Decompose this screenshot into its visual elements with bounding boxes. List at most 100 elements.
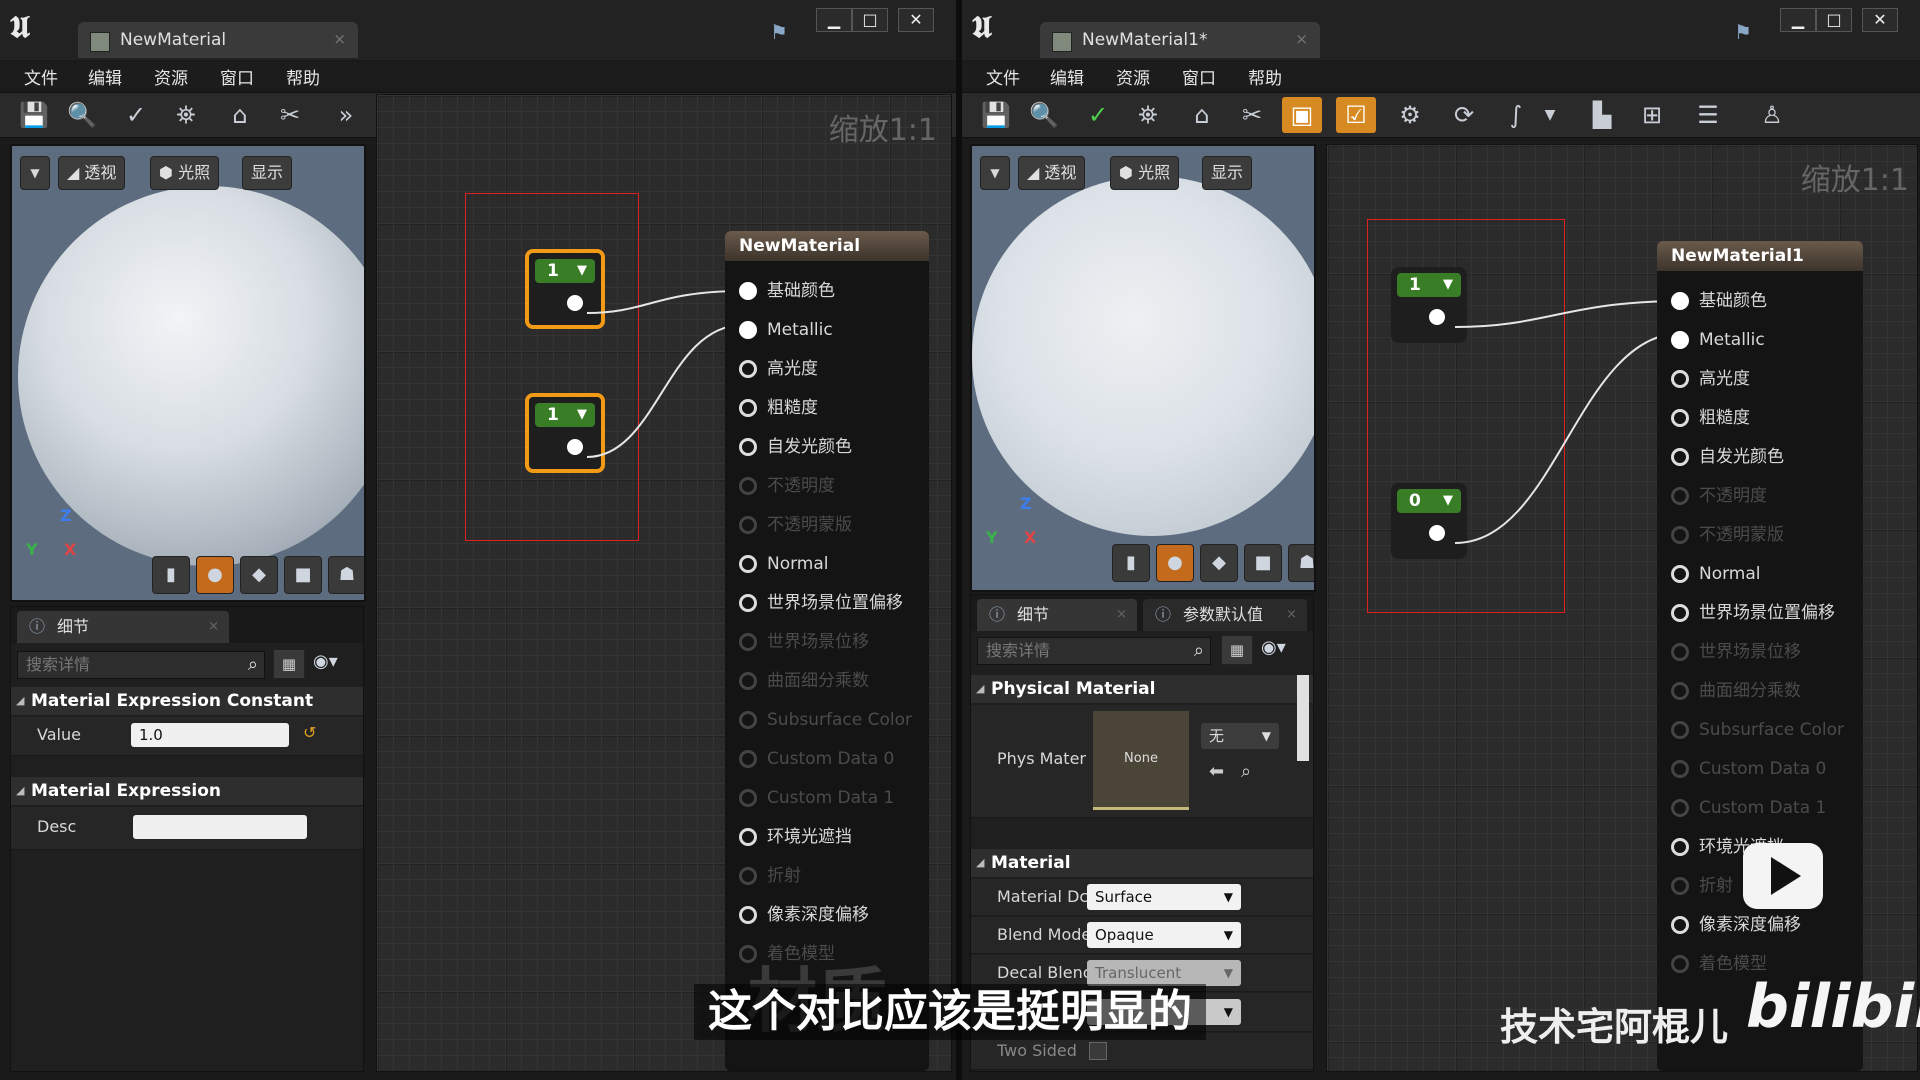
tab-close-icon[interactable]: × [1295, 30, 1308, 48]
scrollbar[interactable] [1297, 675, 1309, 761]
lit-button[interactable]: ⬢ 光照 [150, 156, 220, 190]
material-input-pin[interactable]: Metallic [1671, 328, 1765, 352]
editor-tab[interactable]: NewMaterial × [78, 22, 358, 58]
material-result-node[interactable]: NewMaterial1 基础颜色 Metallic 高光度 粗糙度 自发光颜色 不透明度… [1657, 241, 1863, 1071]
material-input-pin[interactable]: 自发光颜色 [739, 435, 852, 459]
use-selected-arrow-icon[interactable]: ⬅ [1209, 761, 1224, 782]
desc-field[interactable] [133, 815, 307, 839]
menu-file[interactable]: 文件 [986, 64, 1020, 89]
material-domain-dropdown[interactable]: Surface ▼ [1087, 884, 1241, 910]
cylinder-icon[interactable]: ▮ [1112, 544, 1150, 582]
material-graph[interactable]: 缩放1:1 1 ▼ 0 ▼ NewMaterial1 基础颜色 Metallic 高光度… [1326, 144, 1918, 1072]
viewport-options-dropdown[interactable]: ▼ [20, 156, 50, 190]
browse-icon[interactable]: 🔍 [1024, 97, 1064, 133]
hierarchy-icon[interactable]: ⊞ [1632, 97, 1672, 133]
sphere-icon[interactable]: ● [1156, 544, 1194, 582]
save-icon[interactable]: 💾 [14, 97, 54, 133]
menu-asset[interactable]: 资源 [1116, 64, 1150, 89]
mesh-icon[interactable]: ☗ [328, 556, 364, 594]
maximize-button[interactable]: □ [1816, 8, 1852, 32]
tab-parameter-defaults[interactable]: ⓘ 参数默认值 × [1143, 599, 1307, 631]
category-material[interactable]: ◢ Material [971, 849, 1313, 877]
menu-asset[interactable]: 资源 [154, 64, 188, 89]
preview-viewport[interactable]: ▼ ◢ 透视 ⬢ 光照 显示 Z X Y ▮ ● ◆ ■ ☗ [10, 144, 366, 602]
chevron-down-icon[interactable]: ▼ [1530, 97, 1570, 133]
browse-search-icon[interactable]: ⌕ [1241, 761, 1251, 782]
plane-icon[interactable]: ◆ [240, 556, 278, 594]
material-input-pin[interactable]: 粗糙度 [1671, 406, 1750, 430]
material-input-pin[interactable]: 世界场景位置偏移 [739, 591, 903, 615]
stats-icon[interactable]: ⟳ [1444, 97, 1484, 133]
viewport-options-dropdown[interactable]: ▼ [980, 156, 1010, 190]
cube-icon[interactable]: ■ [284, 556, 322, 594]
material-input-pin[interactable]: Metallic [739, 318, 833, 342]
category-material-expression-constant[interactable]: ◢ Material Expression Constant [11, 687, 363, 715]
play-badge-icon[interactable] [1743, 843, 1823, 909]
browse-icon[interactable]: 🔍 [62, 97, 102, 133]
material-input-pin[interactable]: 高光度 [1671, 367, 1750, 391]
material-input-pin[interactable]: 环境光遮挡 [739, 825, 852, 849]
search-graph-icon[interactable]: ⛯ [166, 97, 206, 133]
tab-close-icon[interactable]: × [1116, 599, 1127, 631]
decal-blend-dropdown[interactable]: Translucent ▼ [1087, 960, 1241, 986]
reset-to-default-icon[interactable]: ↺ [303, 723, 316, 742]
minimize-button[interactable]: ▁ [1780, 8, 1816, 32]
details-search-input[interactable]: 搜索详情 ⌕ [17, 651, 265, 679]
menu-window[interactable]: 窗口 [1182, 64, 1216, 89]
tab-close-icon[interactable]: × [208, 611, 219, 643]
menu-file[interactable]: 文件 [24, 64, 58, 89]
tab-close-icon[interactable]: × [333, 30, 346, 48]
material-input-pin[interactable]: 基础颜色 [739, 279, 835, 303]
clean-up-icon[interactable]: ✂ [270, 97, 310, 133]
show-button[interactable]: 显示 [242, 156, 293, 190]
view-options-grid-icon[interactable]: ▦ [1221, 635, 1253, 665]
home-icon[interactable]: ⌂ [220, 97, 260, 133]
material-input-pin[interactable]: Normal [1671, 562, 1761, 586]
more-chevron-icon[interactable]: » [326, 97, 366, 133]
search-graph-icon[interactable]: ⛯ [1128, 97, 1168, 133]
menu-help[interactable]: 帮助 [286, 64, 320, 89]
mesh-icon[interactable]: ☗ [1288, 544, 1314, 582]
platform-stats-icon[interactable]: ▙ [1582, 97, 1622, 133]
material-input-pin[interactable]: 高光度 [739, 357, 818, 381]
feedback-flag-icon[interactable]: ⚑ [1734, 20, 1752, 44]
lit-button[interactable]: ⬢ 光照 [1110, 156, 1180, 190]
tab-details[interactable]: ⓘ 细节 × [17, 611, 229, 643]
feedback-flag-icon[interactable]: ⚑ [770, 20, 788, 44]
eye-visibility-icon[interactable]: ◉▾ [1261, 637, 1286, 658]
maximize-button[interactable]: □ [852, 8, 888, 32]
phys-material-dropdown[interactable]: 无 ▼ [1201, 723, 1279, 749]
show-button[interactable]: 显示 [1202, 156, 1253, 190]
live-preview-icon[interactable]: ▣ [1282, 97, 1322, 133]
close-button[interactable]: ✕ [898, 8, 934, 32]
plane-icon[interactable]: ◆ [1200, 544, 1238, 582]
details-search-input[interactable]: 搜索详情 ⌕ [977, 637, 1211, 665]
material-input-pin[interactable]: Normal [739, 552, 829, 576]
cylinder-icon[interactable]: ▮ [152, 556, 190, 594]
cube-icon[interactable]: ■ [1244, 544, 1282, 582]
close-button[interactable]: ✕ [1862, 8, 1898, 32]
unreal-logo-icon[interactable]: 𝖀 [10, 10, 46, 46]
unreal-logo-icon[interactable]: 𝖀 [972, 10, 1008, 46]
blend-mode-dropdown[interactable]: Opaque ▼ [1087, 922, 1241, 948]
editor-tab[interactable]: NewMaterial1* × [1040, 22, 1320, 58]
value-field[interactable]: 1.0 [131, 723, 289, 747]
material-input-pin[interactable]: 粗糙度 [739, 396, 818, 420]
realtime-icon[interactable]: ⚙ [1390, 97, 1430, 133]
eye-visibility-icon[interactable]: ◉▾ [313, 651, 338, 672]
menu-window[interactable]: 窗口 [220, 64, 254, 89]
layout-icon[interactable]: ☰ [1688, 97, 1728, 133]
preview-node-icon[interactable]: ♙ [1752, 97, 1792, 133]
phys-material-thumbnail[interactable]: None [1093, 711, 1189, 810]
perspective-button[interactable]: ◢ 透视 [1018, 156, 1086, 190]
save-icon[interactable]: 💾 [976, 97, 1016, 133]
menu-help[interactable]: 帮助 [1248, 64, 1282, 89]
minimize-button[interactable]: ▁ [816, 8, 852, 32]
category-material-expression[interactable]: ◢ Material Expression [11, 777, 363, 805]
preview-viewport[interactable]: ▼ ◢ 透视 ⬢ 光照 显示 Z X Y ▮ ● ◆ ■ ☗ [970, 144, 1316, 592]
home-icon[interactable]: ⌂ [1182, 97, 1222, 133]
material-input-pin[interactable]: 世界场景位置偏移 [1671, 601, 1835, 625]
apply-icon[interactable]: ✓ [116, 97, 156, 133]
material-input-pin[interactable]: 自发光颜色 [1671, 445, 1784, 469]
material-input-pin[interactable]: 像素深度偏移 [1671, 913, 1801, 937]
